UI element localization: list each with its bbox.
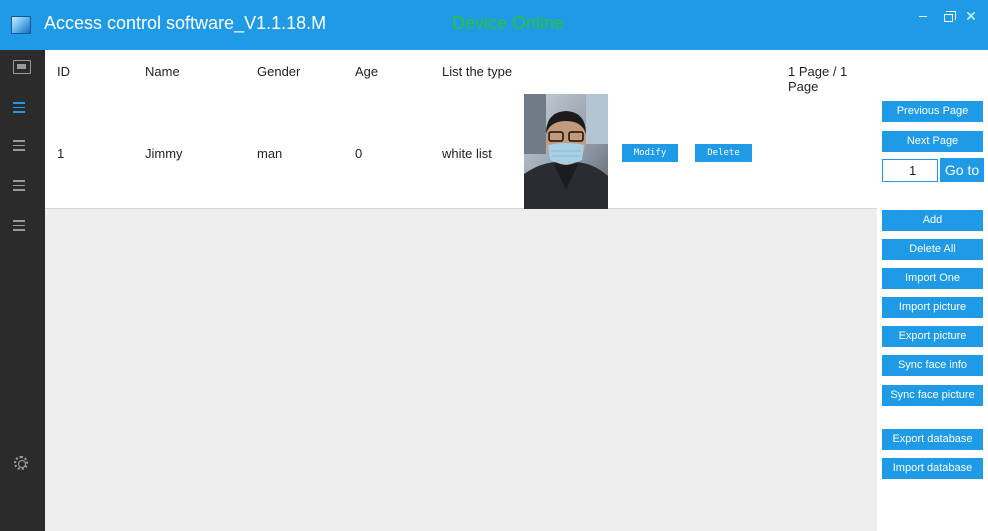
personnel-table: ID Name Gender Age List the type 1 Page … [45, 50, 877, 531]
delete-all-button[interactable]: Delete All [882, 239, 983, 260]
cell-list-type: white list [442, 146, 492, 161]
cell-name: Jimmy [145, 146, 183, 161]
restore-button[interactable] [937, 8, 959, 24]
sync-face-picture-button[interactable]: Sync face picture [882, 385, 983, 406]
page-number-input[interactable] [882, 159, 938, 182]
import-one-button[interactable]: Import One [882, 268, 983, 289]
sidebar-item-list-4[interactable] [13, 220, 31, 234]
list-icon [13, 140, 31, 151]
table-header: ID Name Gender Age List the type 1 Page … [45, 50, 877, 94]
page-info: 1 Page / 1 Page [788, 64, 848, 94]
sidebar-item-monitor[interactable] [13, 60, 31, 74]
list-icon [13, 220, 31, 231]
add-button[interactable]: Add [882, 210, 983, 231]
column-header-age: Age [355, 64, 379, 79]
column-header-name: Name [145, 64, 180, 79]
list-icon [13, 102, 31, 113]
import-picture-button[interactable]: Import picture [882, 297, 983, 318]
sidebar-item-personnel[interactable] [13, 102, 31, 116]
action-panel: Previous Page Next Page Go to Add Delete… [877, 50, 988, 531]
column-header-list-type: List the type [442, 64, 513, 79]
export-database-button[interactable]: Export database [882, 429, 983, 450]
device-status: Device Online [452, 13, 565, 33]
minimize-button[interactable] [912, 8, 934, 24]
export-picture-button[interactable]: Export picture [882, 326, 983, 347]
close-icon: ✕ [965, 8, 977, 24]
sync-face-info-button[interactable]: Sync face info [882, 355, 983, 376]
delete-button[interactable]: Delete [695, 144, 752, 162]
restore-icon [943, 11, 956, 22]
next-page-button[interactable]: Next Page [882, 131, 983, 152]
app-logo-icon [11, 16, 31, 34]
column-header-id: ID [57, 64, 70, 79]
sidebar-item-list-3[interactable] [13, 180, 31, 194]
go-to-button[interactable]: Go to [940, 158, 984, 182]
minimize-icon [919, 16, 927, 18]
import-database-button[interactable]: Import database [882, 458, 983, 479]
title-bar: Access control software_V1.1.18.M Device… [0, 0, 988, 50]
face-photo-image [524, 94, 608, 209]
window-title: Access control software_V1.1.18.M [44, 13, 327, 33]
table-row[interactable]: 1 Jimmy man 0 white list Modify Delete [45, 94, 877, 209]
cell-gender: man [257, 146, 283, 161]
sidebar-item-list-2[interactable] [13, 140, 31, 154]
close-button[interactable]: ✕ [960, 8, 982, 24]
face-photo [524, 94, 608, 209]
previous-page-button[interactable]: Previous Page [882, 101, 983, 122]
modify-button[interactable]: Modify [622, 144, 678, 162]
cell-age: 0 [355, 146, 363, 161]
sidebar [0, 50, 45, 531]
column-header-gender: Gender [257, 64, 301, 79]
gear-icon[interactable] [14, 456, 28, 470]
cell-id: 1 [57, 146, 65, 161]
list-icon [13, 180, 31, 191]
